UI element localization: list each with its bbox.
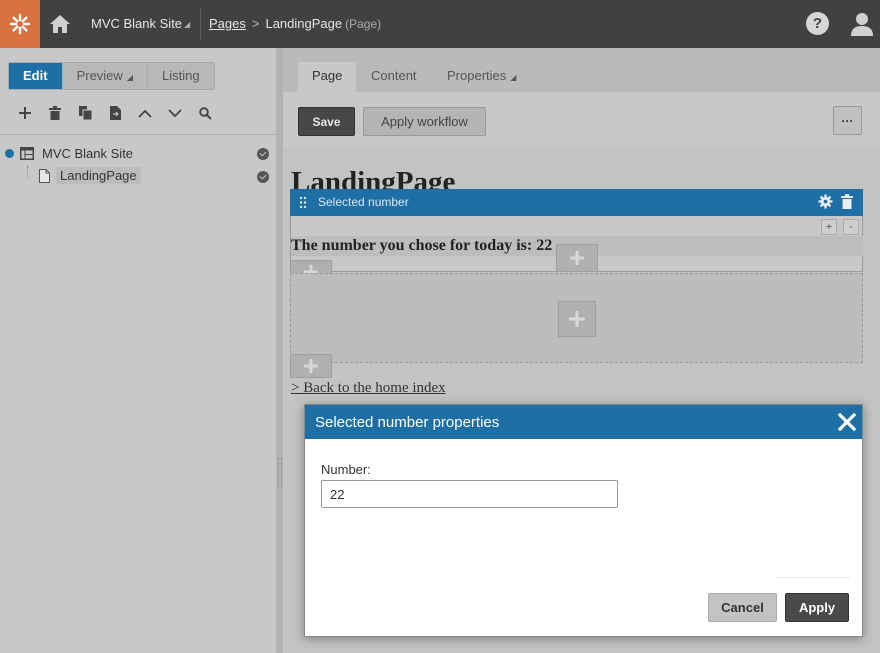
tree-toolbar <box>10 102 220 124</box>
apply-button[interactable]: Apply <box>785 593 849 622</box>
user-icon[interactable] <box>849 11 875 37</box>
divider <box>0 134 276 135</box>
widget-header[interactable]: Selected number <box>290 189 863 216</box>
add-column-button[interactable]: + <box>821 219 837 235</box>
cancel-button[interactable]: Cancel <box>708 593 777 622</box>
dialog-title: Selected number properties <box>315 414 500 431</box>
breadcrumb: Pages > LandingPage (Page) <box>209 16 381 31</box>
more-actions-button[interactable]: ··· <box>833 106 862 135</box>
site-caret-icon[interactable]: ◢ <box>184 20 190 29</box>
listing-mode-label: Listing <box>161 68 200 83</box>
edit-mode-tab[interactable]: Edit <box>9 63 63 89</box>
search-icon[interactable] <box>190 102 220 124</box>
site-icon <box>20 147 34 163</box>
caret-down-icon: ◢ <box>510 73 517 82</box>
tab-content[interactable]: Content <box>357 62 431 92</box>
chevron-up-icon[interactable] <box>130 102 160 124</box>
dialog-header: Selected number properties <box>305 405 862 439</box>
home-icon[interactable] <box>44 0 76 48</box>
tree-node-landingpage[interactable]: LandingPage <box>0 166 276 188</box>
add-widget-button[interactable] <box>558 301 596 337</box>
tab-content-label: Content <box>371 68 417 83</box>
preview-mode-label: Preview <box>76 68 123 83</box>
breadcrumb-current-page: LandingPage <box>265 16 343 31</box>
tab-page[interactable]: Page <box>298 62 357 92</box>
page-icon <box>39 169 50 186</box>
published-check-icon <box>257 148 269 160</box>
tab-properties[interactable]: Properties ◢ <box>433 62 530 92</box>
delete-widget-icon[interactable] <box>841 194 853 212</box>
top-bar: MVC Blank Site ◢ Pages > LandingPage (Page)… <box>0 0 880 48</box>
add-widget-button[interactable] <box>556 244 598 272</box>
move-icon[interactable] <box>100 102 130 124</box>
add-icon[interactable] <box>10 102 40 124</box>
divider <box>200 8 201 40</box>
add-section-button[interactable] <box>290 354 332 378</box>
app-logo-icon[interactable] <box>0 0 40 48</box>
number-input[interactable] <box>321 480 618 508</box>
help-icon[interactable]: ? <box>806 12 829 35</box>
preview-mode-tab[interactable]: Preview ◢ <box>62 63 148 89</box>
copy-icon[interactable] <box>70 102 100 124</box>
drag-handle-icon[interactable] <box>299 196 307 209</box>
divider <box>777 577 849 578</box>
delete-icon[interactable] <box>40 102 70 124</box>
tree-node-site[interactable]: MVC Blank Site <box>0 143 276 165</box>
remove-column-button[interactable]: - <box>843 219 859 235</box>
tab-page-label: Page <box>312 68 343 83</box>
save-button[interactable]: Save <box>298 107 355 136</box>
widget-properties-dialog: Selected number properties Number: Cance… <box>304 404 863 637</box>
collapse-toggle-icon[interactable] <box>5 149 14 158</box>
listing-mode-tab[interactable]: Listing <box>147 63 214 89</box>
mode-switch: Edit Preview ◢ Listing <box>8 62 215 90</box>
tree-node-label: MVC Blank Site <box>42 146 134 161</box>
gear-icon[interactable] <box>818 194 833 212</box>
tree-node-label: LandingPage <box>56 167 141 184</box>
caret-down-icon: ◢ <box>126 73 133 82</box>
close-icon[interactable] <box>837 412 857 432</box>
back-home-link[interactable]: > Back to the home index <box>291 380 446 397</box>
breadcrumb-pages-link[interactable]: Pages <box>209 16 246 31</box>
content-tree-panel: Edit Preview ◢ Listing <box>0 48 276 653</box>
page-title: LandingPage <box>291 166 456 189</box>
panel-splitter[interactable] <box>276 48 283 653</box>
splitter-grip[interactable] <box>278 458 282 488</box>
breadcrumb-page-type: (Page) <box>345 17 382 31</box>
site-selector[interactable]: MVC Blank Site <box>91 16 182 31</box>
published-check-icon <box>257 171 269 183</box>
chevron-down-icon[interactable] <box>160 102 190 124</box>
widget-title: Selected number <box>318 195 409 209</box>
number-field-label: Number: <box>321 462 371 477</box>
edit-mode-label: Edit <box>23 68 48 83</box>
chevron-right-icon: > <box>251 16 260 31</box>
apply-workflow-button[interactable]: Apply workflow <box>363 107 486 136</box>
tab-properties-label: Properties <box>447 68 507 83</box>
